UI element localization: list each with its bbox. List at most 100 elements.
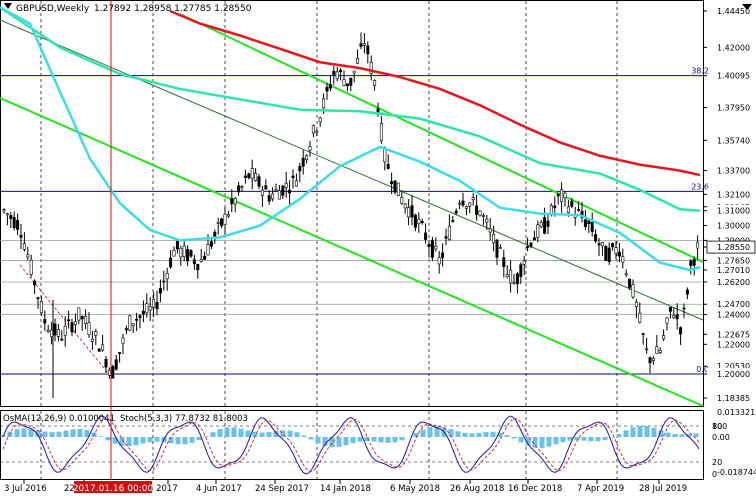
price-tick-label: 1.22000 xyxy=(717,340,750,349)
candle-body xyxy=(669,307,671,311)
candle-body xyxy=(503,258,505,267)
candle-body xyxy=(394,181,396,193)
candle-body xyxy=(139,316,141,318)
candle-body xyxy=(319,118,321,122)
osma-bar xyxy=(288,431,293,437)
candle-body xyxy=(322,99,324,108)
candle-body xyxy=(540,223,542,227)
osma-bar xyxy=(547,437,552,447)
candle-body xyxy=(169,258,171,267)
candle-body xyxy=(683,308,685,309)
candle-body xyxy=(105,359,107,367)
candle-body xyxy=(343,79,345,85)
osma-bar xyxy=(575,437,580,440)
candle-body xyxy=(115,360,117,370)
osma-bar xyxy=(246,431,251,437)
osma-bar xyxy=(183,437,188,444)
osma-bar xyxy=(155,437,160,442)
candle-body xyxy=(265,186,267,190)
candle-body xyxy=(611,243,613,246)
osma-bar xyxy=(57,432,62,437)
candle-body xyxy=(74,322,76,325)
osma-bar xyxy=(218,429,223,437)
candle-body xyxy=(275,189,277,190)
candle-body xyxy=(67,320,69,321)
candle-body xyxy=(6,214,8,215)
osma-bar xyxy=(484,432,489,437)
osma-bar xyxy=(141,437,146,444)
candle-body xyxy=(435,246,437,249)
osma-bar xyxy=(71,429,76,437)
stoch-label: Stoch(5,3,3) 77.8732 81.8003 xyxy=(120,414,248,424)
osma-bar xyxy=(358,437,363,442)
osma-bar xyxy=(316,437,321,443)
osma-bar xyxy=(302,435,307,437)
candle-body xyxy=(95,332,97,336)
candle-body xyxy=(288,190,290,193)
candle-body xyxy=(622,257,624,262)
candle-body xyxy=(452,220,454,221)
price-tick-label: 1.31000 xyxy=(717,207,750,216)
candle-body xyxy=(458,203,460,204)
osma-bar xyxy=(421,429,426,437)
candle-body xyxy=(615,248,617,254)
candle-body xyxy=(149,306,151,310)
osma-bar xyxy=(22,428,27,437)
candle-body xyxy=(632,285,634,297)
osma-bar xyxy=(99,436,104,437)
candle-body xyxy=(316,131,318,132)
price-tick-label: 1.32100 xyxy=(717,190,750,199)
candle-body xyxy=(363,44,365,46)
candle-body xyxy=(180,248,182,256)
osma-bar xyxy=(78,429,83,437)
candle-body xyxy=(118,352,120,353)
candle-body xyxy=(326,87,328,91)
candle-body xyxy=(635,302,637,306)
candle-body xyxy=(414,215,416,227)
candle-body xyxy=(112,367,114,379)
candle-body xyxy=(299,166,301,171)
candle-body xyxy=(13,217,15,227)
candle-body xyxy=(54,324,56,335)
time-tick-label: 16 Dec 2018 xyxy=(508,484,562,494)
osma-label: OsMA(12,26,9) 0.0100041 xyxy=(3,414,115,424)
osc-tick-label: -0.0187441 xyxy=(717,468,756,477)
candle-body xyxy=(84,316,86,323)
osma-bar xyxy=(127,437,132,446)
osma-bar xyxy=(645,426,650,437)
price-chart[interactable]: 38.223.60.0 1.444501.420001.400951.37950… xyxy=(0,0,756,498)
osma-bar xyxy=(43,432,48,437)
osma-bar xyxy=(631,427,636,437)
candle-body xyxy=(27,255,29,257)
candle-body xyxy=(40,301,42,313)
candle-body xyxy=(159,288,161,293)
candle-body xyxy=(23,244,25,250)
fib-label: 38.2 xyxy=(691,67,709,76)
candle-body xyxy=(577,209,579,210)
candle-body xyxy=(346,84,348,86)
candle-body xyxy=(598,244,600,245)
candle-body xyxy=(554,206,556,208)
candle-body xyxy=(251,169,253,179)
candle-body xyxy=(690,261,692,266)
osma-bar xyxy=(309,437,314,439)
candle-body xyxy=(176,241,178,249)
osma-bar xyxy=(239,429,244,437)
candle-body xyxy=(224,214,226,225)
candle-body xyxy=(693,259,695,265)
osma-bar xyxy=(673,434,678,437)
candle-body xyxy=(210,242,212,247)
candle-body xyxy=(183,246,185,257)
candle-body xyxy=(407,207,409,217)
candle-body xyxy=(666,318,668,323)
candle-body xyxy=(431,241,433,258)
chart-window[interactable]: 38.223.60.0 1.444501.420001.400951.37950… xyxy=(0,0,756,498)
time-tick-label: 28 Jul 2019 xyxy=(639,484,687,494)
candle-body xyxy=(516,274,518,284)
osma-bar xyxy=(225,427,230,437)
time-tick-label: 3 Jul 2016 xyxy=(4,484,47,494)
candle-body xyxy=(292,176,294,178)
candle-body xyxy=(656,347,658,354)
osma-bar xyxy=(400,437,405,440)
candle-body xyxy=(496,240,498,257)
